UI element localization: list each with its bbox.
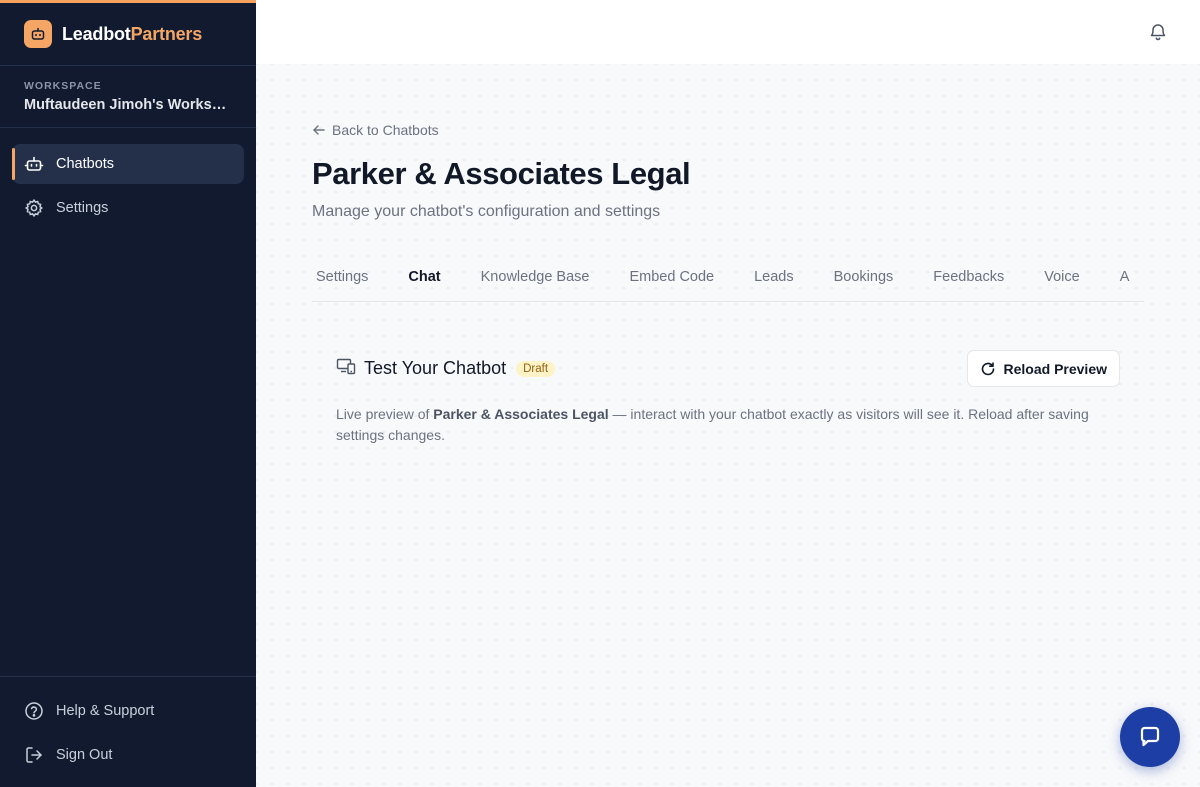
brand[interactable]: LeadbotPartners bbox=[0, 3, 256, 66]
panel-description: Live preview of Parker & Associates Lega… bbox=[336, 404, 1106, 446]
sidebar-item-chatbots[interactable]: Chatbots bbox=[12, 144, 244, 184]
page-title: Parker & Associates Legal bbox=[312, 156, 691, 191]
main-content: Back to Chatbots Parker & Associates Leg… bbox=[256, 64, 1200, 787]
gear-icon bbox=[24, 198, 44, 218]
arrow-left-icon bbox=[313, 125, 325, 135]
tab-embed-code[interactable]: Embed Code bbox=[625, 252, 718, 301]
status-badge: Draft bbox=[516, 360, 556, 377]
help-circle-icon bbox=[24, 701, 44, 721]
workspace-name: Muftaudeen Jimoh's Workspace bbox=[24, 97, 234, 113]
workspace-switcher[interactable]: WORKSPACE Muftaudeen Jimoh's Workspace bbox=[0, 66, 256, 128]
desc-bot-name: Parker & Associates Legal bbox=[433, 406, 609, 422]
sign-out-icon bbox=[24, 745, 44, 765]
page-subtitle: Manage your chatbot's configuration and … bbox=[312, 203, 661, 220]
tab-bar: Settings Chat Knowledge Base Embed Code … bbox=[312, 252, 1144, 302]
tab-settings[interactable]: Settings bbox=[312, 252, 372, 301]
brand-name-part1: Leadbot bbox=[62, 23, 131, 44]
robot-icon bbox=[24, 20, 52, 48]
sidebar-footer: Help & Support Sign Out bbox=[0, 676, 256, 787]
tab-knowledge-base[interactable]: Knowledge Base bbox=[477, 252, 594, 301]
sign-out-label: Sign Out bbox=[56, 747, 113, 763]
top-bar bbox=[256, 0, 1200, 64]
refresh-icon bbox=[981, 361, 994, 375]
chat-launcher-button[interactable] bbox=[1120, 707, 1180, 767]
sidebar-item-settings[interactable]: Settings bbox=[12, 188, 244, 228]
sidebar: LeadbotPartners WORKSPACE Muftaudeen Jim… bbox=[0, 0, 256, 787]
test-chatbot-panel: Test Your Chatbot Draft Reload Preview L… bbox=[336, 350, 1120, 446]
tab-chat[interactable]: Chat bbox=[404, 252, 444, 301]
sidebar-item-label: Chatbots bbox=[56, 156, 115, 172]
back-to-chatbots-link[interactable]: Back to Chatbots bbox=[312, 122, 439, 138]
help-support-label: Help & Support bbox=[56, 703, 155, 719]
brand-name: LeadbotPartners bbox=[62, 24, 202, 45]
help-support-link[interactable]: Help & Support bbox=[12, 689, 244, 733]
panel-header: Test Your Chatbot Draft Reload Preview bbox=[336, 350, 1120, 387]
sign-out-button[interactable]: Sign Out bbox=[12, 733, 244, 777]
brand-name-part2: Partners bbox=[130, 23, 203, 44]
tab-bookings[interactable]: Bookings bbox=[830, 252, 898, 301]
reload-preview-button[interactable]: Reload Preview bbox=[966, 350, 1120, 387]
workspace-label: WORKSPACE bbox=[24, 80, 102, 92]
chat-bubble-icon bbox=[1140, 726, 1160, 747]
tab-feedbacks[interactable]: Feedbacks bbox=[929, 252, 1008, 301]
devices-icon bbox=[336, 356, 356, 381]
desc-prefix: Live preview of bbox=[336, 406, 434, 422]
bot-icon bbox=[24, 154, 44, 174]
tab-truncated[interactable]: A bbox=[1116, 252, 1134, 301]
back-link-label: Back to Chatbots bbox=[332, 122, 439, 138]
sidebar-nav: Chatbots Settings bbox=[0, 128, 256, 676]
sidebar-item-label: Settings bbox=[56, 200, 109, 216]
bell-icon[interactable] bbox=[1148, 22, 1168, 42]
tab-voice[interactable]: Voice bbox=[1040, 252, 1083, 301]
reload-preview-label: Reload Preview bbox=[1003, 360, 1108, 377]
tab-leads[interactable]: Leads bbox=[750, 252, 798, 301]
panel-title: Test Your Chatbot bbox=[364, 358, 507, 378]
